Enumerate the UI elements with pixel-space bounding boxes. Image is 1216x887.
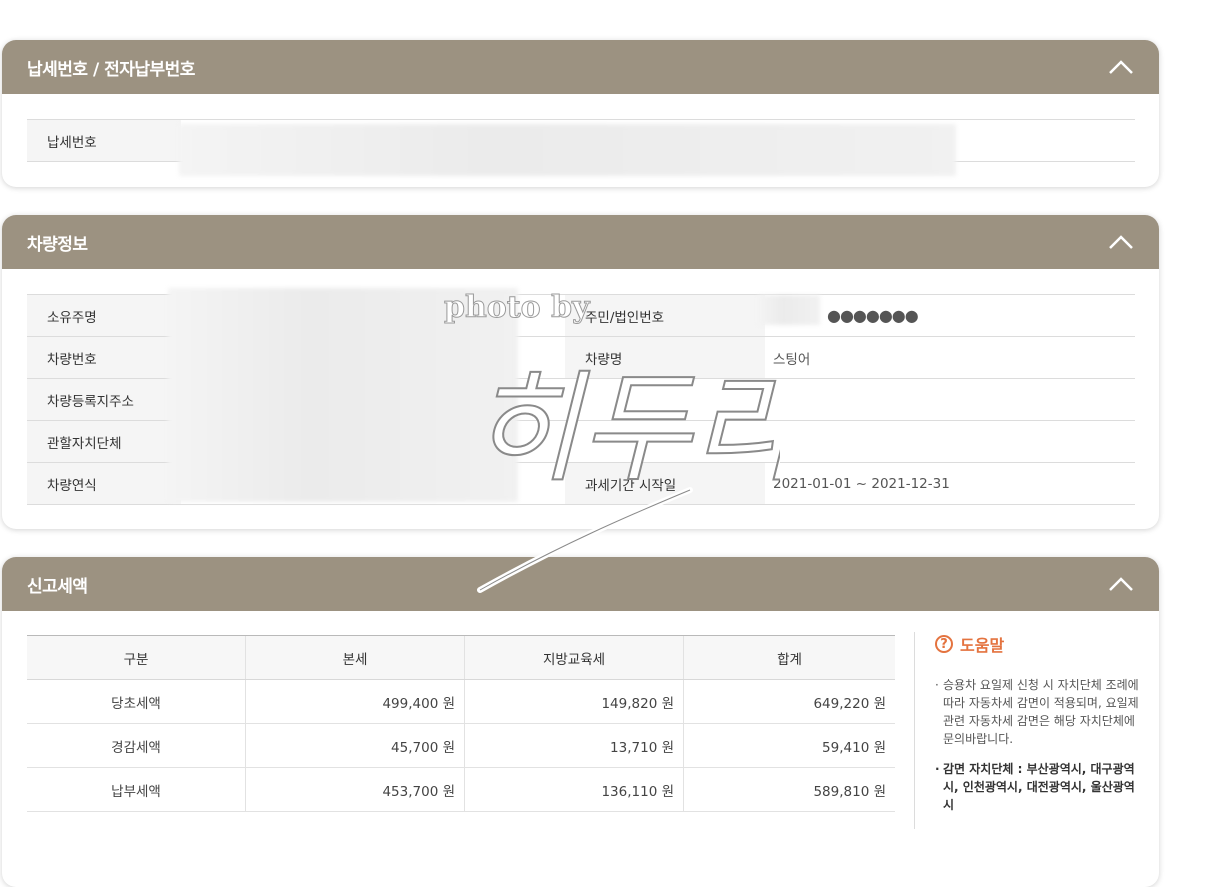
- id-number-masked: ●●●●●●●: [827, 306, 919, 325]
- blurred-tax-number: [179, 124, 956, 176]
- address-label: 차량등록지주소: [27, 378, 181, 421]
- id-number-label: 주민/법인번호: [565, 294, 765, 337]
- local-gov-label: 관할자치단체: [27, 420, 181, 463]
- payment-number-panel: 납세번호 / 전자납부번호 납세번호: [2, 40, 1159, 187]
- education-tax-cell: 13,710 원: [464, 723, 684, 768]
- owner-label: 소유주명: [27, 294, 181, 337]
- model-year-label: 차량연식: [27, 462, 181, 505]
- col-header-main-tax: 본세: [245, 635, 465, 680]
- col-header-education-tax: 지방교육세: [464, 635, 684, 680]
- blurred-id-number: [758, 295, 820, 325]
- panel-title: 차량정보: [27, 234, 88, 255]
- table-row: 경감세액 45,700 원 13,710 원 59,410 원: [27, 723, 895, 768]
- education-tax-cell: 136,110 원: [464, 767, 684, 812]
- car-name-value: 스팅어: [765, 336, 1135, 379]
- row-label: 납부세액: [27, 767, 246, 812]
- panel-title: 납세번호 / 전자납부번호: [27, 59, 195, 80]
- main-tax-cell: 45,700 원: [245, 723, 465, 768]
- vehicle-info-header: 차량정보: [2, 215, 1159, 269]
- total-cell: 59,410 원: [683, 723, 895, 768]
- table-row: 당초세액 499,400 원 149,820 원 649,220 원: [27, 679, 895, 724]
- car-name-label: 차량명: [565, 336, 765, 379]
- question-circle-icon: ?: [935, 635, 953, 653]
- main-tax-cell: 499,400 원: [245, 679, 465, 724]
- help-title: ? 도움말: [935, 632, 1139, 656]
- education-tax-cell: 149,820 원: [464, 679, 684, 724]
- tax-period-label: 과세기간 시작일: [565, 462, 765, 505]
- total-cell: 649,220 원: [683, 679, 895, 724]
- vehicle-info-panel: 차량정보 소유주명 주민/법인번호 ●●●●●●● 차량번호 차량명 스팅어 차…: [2, 215, 1159, 529]
- payment-number-header: 납세번호 / 전자납부번호: [2, 40, 1159, 94]
- main-tax-cell: 453,700 원: [245, 767, 465, 812]
- tax-amount-table: 구분 본세 지방교육세 합계 당초세액 499,400 원 149,820 원 …: [27, 635, 895, 812]
- help-box: ? 도움말 승용차 요일제 신청 시 자치단체 조례에 따라 자동차세 감면이 …: [914, 632, 1139, 829]
- help-note-weekday-system: 승용차 요일제 신청 시 자치단체 조례에 따라 자동차세 감면이 적용되며, …: [935, 676, 1139, 748]
- collapse-chevron-up-icon[interactable]: [1107, 574, 1135, 594]
- tax-number-label: 납세번호: [27, 119, 181, 162]
- col-header-category: 구분: [27, 635, 246, 680]
- collapse-chevron-up-icon[interactable]: [1107, 232, 1135, 252]
- tax-amount-panel: 신고세액 구분 본세 지방교육세 합계 당초세액 499,400 원 149,8…: [2, 557, 1159, 887]
- panel-title: 신고세액: [27, 576, 88, 597]
- blurred-owner-info: [168, 288, 518, 502]
- tax-period-value: 2021-01-01 ~ 2021-12-31: [765, 462, 1135, 505]
- total-cell: 589,810 원: [683, 767, 895, 812]
- col-header-total: 합계: [683, 635, 895, 680]
- car-number-label: 차량번호: [27, 336, 181, 379]
- row-label: 경감세액: [27, 723, 246, 768]
- tax-amount-header: 신고세액: [2, 557, 1159, 611]
- table-row: 납부세액 453,700 원 136,110 원 589,810 원: [27, 767, 895, 812]
- help-note-exemption-areas: 감면 자치단체 : 부산광역시, 대구광역시, 인천광역시, 대전광역시, 울산…: [935, 760, 1139, 814]
- collapse-chevron-up-icon[interactable]: [1107, 57, 1135, 77]
- help-title-text: 도움말: [960, 636, 1005, 655]
- row-label: 당초세액: [27, 679, 246, 724]
